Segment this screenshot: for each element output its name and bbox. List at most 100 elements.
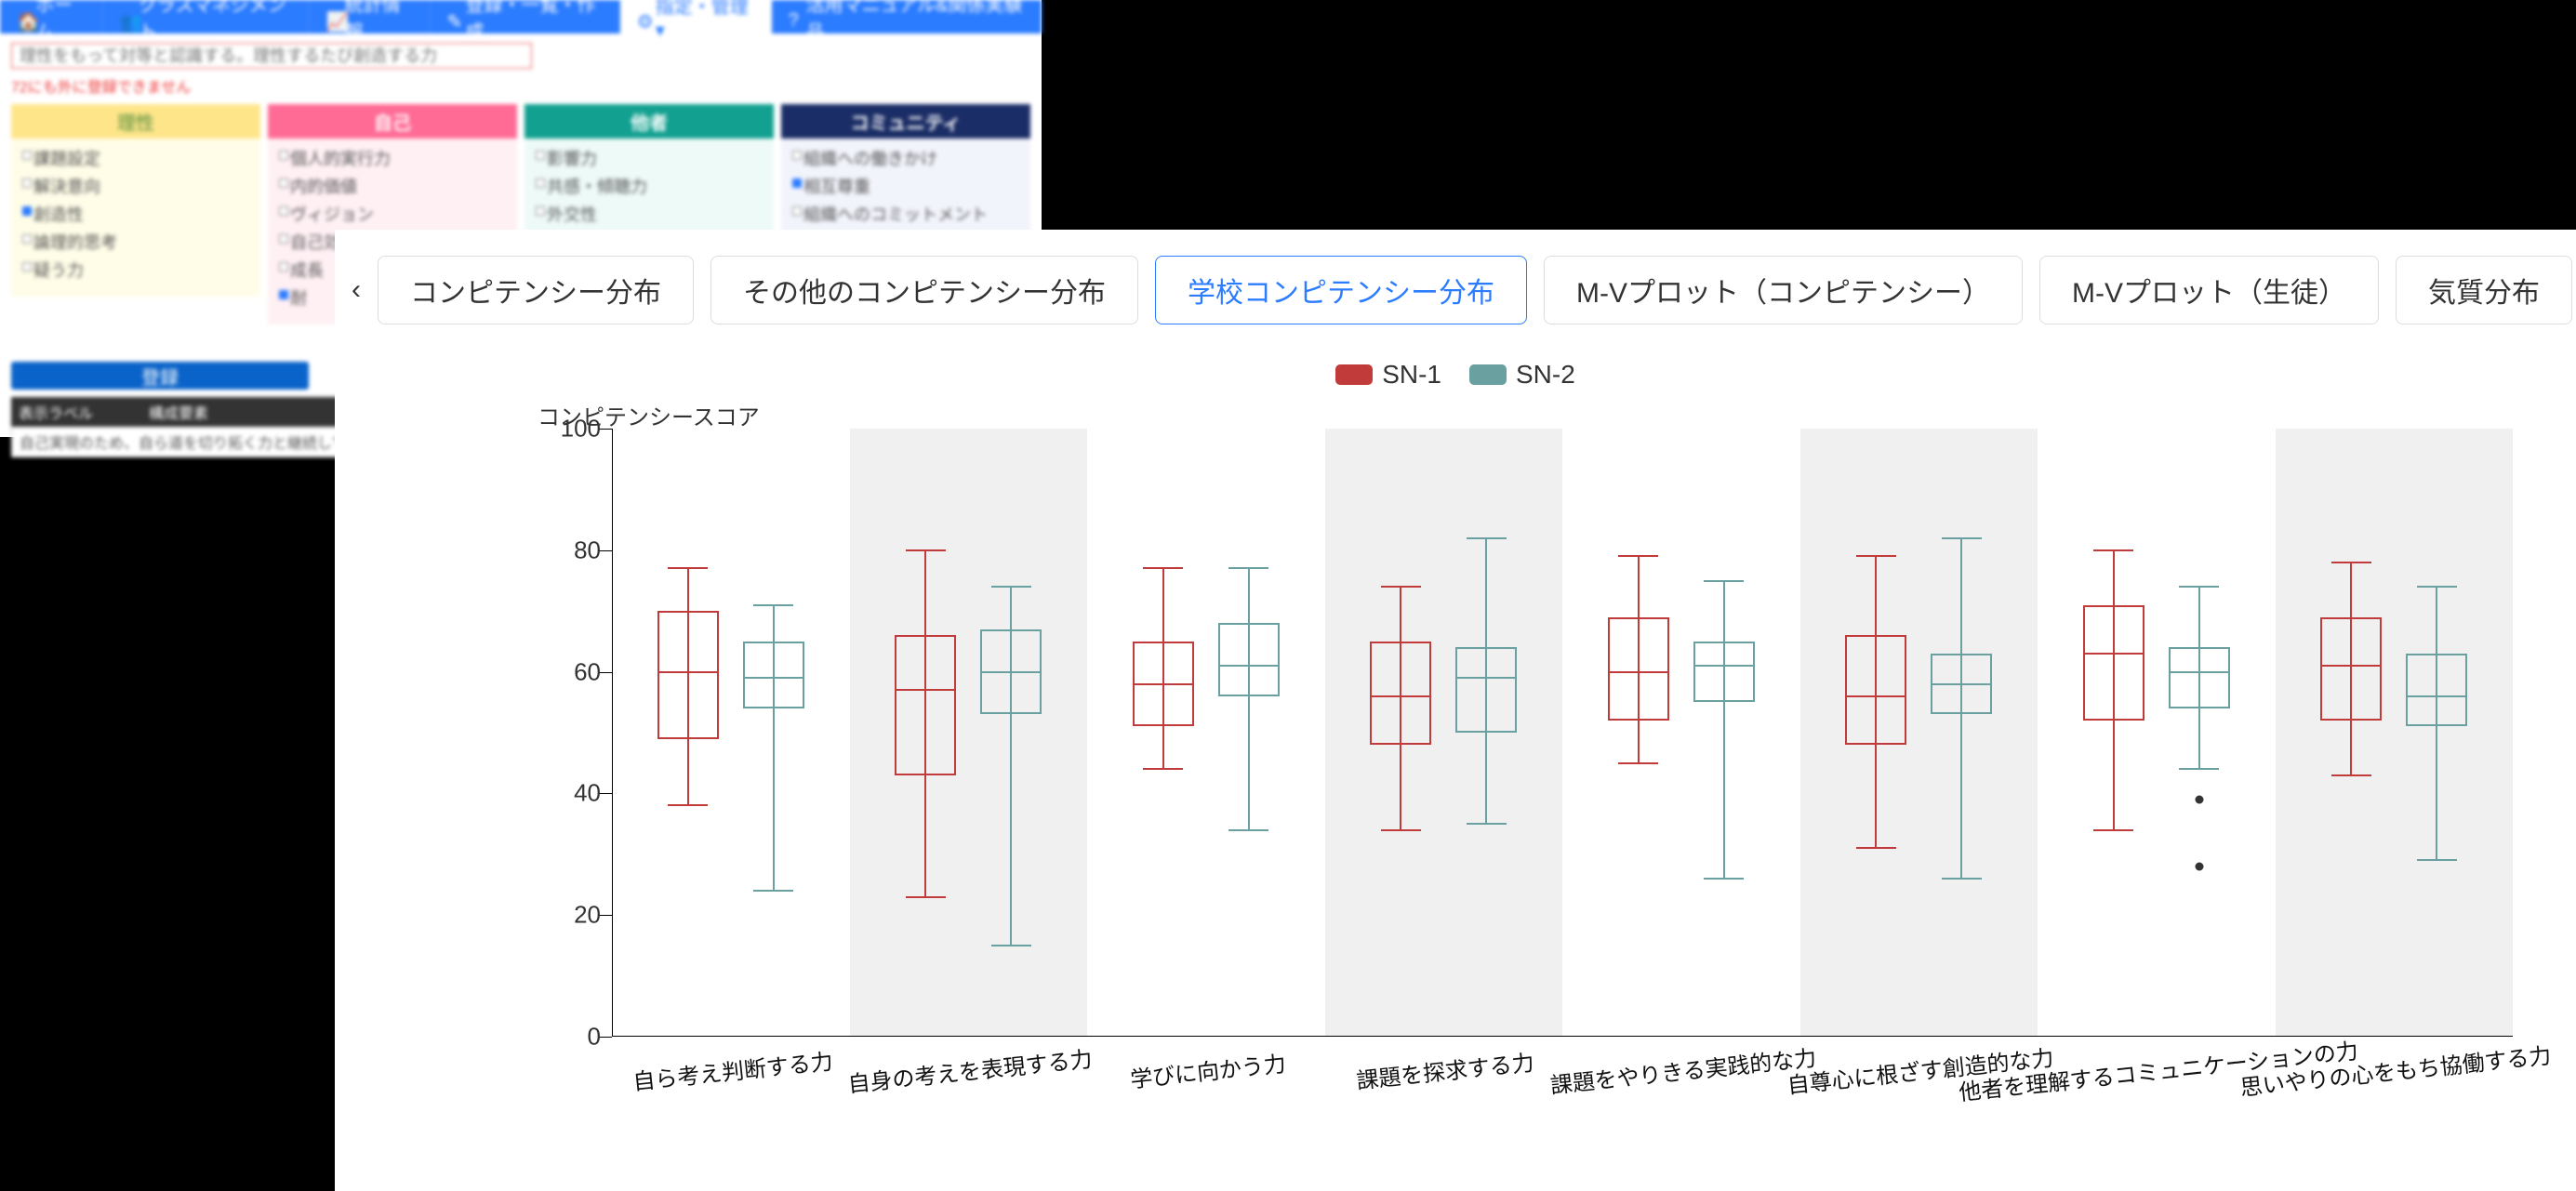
gear-icon: ⚙ <box>637 10 650 23</box>
category-item[interactable]: 共感・傾聴力 <box>534 172 764 200</box>
x-category-label: 学びに向かう力 <box>1128 1045 1287 1093</box>
category-header: 自己 <box>268 104 517 139</box>
tab-label: 学校コンピテンシー分布 <box>1188 278 1494 309</box>
nav-class-management[interactable]: 👥 クラスマネジメント <box>103 0 310 33</box>
boxplot-s2 <box>1693 429 1755 1037</box>
tab-label: 気質分布 <box>2428 278 2540 309</box>
tab-temperament-dist[interactable]: 気質分布 <box>2396 256 2572 324</box>
category-body: 課題設定 解決意向 創造性 論理的思考 疑う力 <box>11 139 260 297</box>
users-icon: 👥 <box>120 10 133 23</box>
category-item[interactable]: 外交性 <box>534 200 764 228</box>
boxplot-s1 <box>2320 429 2382 1037</box>
tab-competency-dist[interactable]: コンピテンシー分布 <box>378 256 694 324</box>
boxplot-s1 <box>895 429 956 1037</box>
register-button[interactable]: 登録 <box>11 362 309 390</box>
plot-area: 020406080100自ら考え判断する力自身の考えを表現する力学びに向かう力課… <box>612 429 2513 1037</box>
nav-home[interactable]: 🏠 ホーム <box>0 0 103 33</box>
tab-school-competency-dist[interactable]: 学校コンピテンシー分布 <box>1155 256 1527 324</box>
x-category-label: 課題を探求する力 <box>1355 1044 1536 1095</box>
boxplot-s1 <box>1370 429 1431 1037</box>
nav-register-list[interactable]: ✎ 登録・一覧・作成 <box>431 0 620 33</box>
plot-band <box>850 429 1088 1037</box>
tab-mv-plot-student[interactable]: M-Vプロット（生徒） <box>2039 256 2379 324</box>
plot-band <box>1325 429 1563 1037</box>
chevron-left-icon: ‹ <box>352 274 361 306</box>
y-tick-label: 80 <box>552 536 601 564</box>
boxplot-s1 <box>1133 429 1194 1037</box>
register-hint: 72にも外に登録できません <box>0 73 1042 104</box>
boxplot-s2 <box>1218 429 1280 1037</box>
category-item[interactable]: 影響力 <box>534 144 764 172</box>
black-mask <box>0 437 335 1191</box>
boxplot-s2 <box>1931 429 1992 1037</box>
category-item[interactable]: 論理的思考 <box>20 228 251 256</box>
th-label: 表示ラベル <box>11 397 141 427</box>
nav-label: クラスマネジメント <box>139 0 292 44</box>
pencil-icon: ✎ <box>447 10 460 23</box>
legend-swatch-icon <box>1335 364 1373 385</box>
category-item[interactable]: 相互尊重 <box>790 172 1021 200</box>
nav-settings-manage[interactable]: ⚙ 指定・管理 ▾ <box>620 0 772 33</box>
category-item[interactable]: 組織へのコミットメント <box>790 200 1021 228</box>
nav-statistics[interactable]: 📈 統計情報 <box>310 0 431 33</box>
y-tick-label: 60 <box>552 657 601 686</box>
category-item[interactable]: 解決意向 <box>20 172 251 200</box>
chart-icon: 📈 <box>326 10 339 23</box>
nav-label: ホーム <box>35 0 86 44</box>
x-category-label: 自身の考えを表現する力 <box>846 1040 1094 1098</box>
boxplot-s1 <box>2083 429 2144 1037</box>
tab-other-competency-dist[interactable]: その他のコンピテンシー分布 <box>710 256 1138 324</box>
category-header: 理性 <box>11 104 260 139</box>
boxplot-s2 <box>2169 429 2230 1037</box>
home-icon: 🏠 <box>17 10 30 23</box>
category-item[interactable]: 個人的実行力 <box>277 144 508 172</box>
y-tick-label: 40 <box>552 779 601 808</box>
navbar: 🏠 ホーム 👥 クラスマネジメント 📈 統計情報 ✎ 登録・一覧・作成 ⚙ 指定… <box>0 0 1042 33</box>
category-item[interactable]: 内的価値 <box>277 172 508 200</box>
label-input[interactable] <box>11 43 532 69</box>
nav-manual[interactable]: ? 活用マニュアル&関係実験品 <box>772 0 1042 33</box>
x-category-label: 課題をやりきる実践的な力 <box>1548 1039 1818 1100</box>
help-icon: ? <box>789 10 801 23</box>
tab-label: M-Vプロット（コンピテンシー） <box>1576 278 1990 309</box>
category-item[interactable]: ヴィジョン <box>277 200 508 228</box>
nav-label: 統計情報 <box>345 0 413 44</box>
nav-label: 活用マニュアル&関係実験品 <box>806 0 1024 44</box>
category-header: コミュニティ <box>781 104 1030 139</box>
boxplot-s1 <box>657 429 719 1037</box>
x-category-label: 自ら考え判断する力 <box>631 1043 833 1096</box>
plot-band <box>1800 429 2038 1037</box>
y-axis-line <box>612 429 613 1037</box>
nav-label: 指定・管理 ▾ <box>656 0 754 42</box>
category-header: 他者 <box>524 104 774 139</box>
category-item[interactable]: 創造性 <box>20 200 251 228</box>
outlier-point <box>2195 795 2203 803</box>
tabs-scroll-left[interactable]: ‹ <box>352 276 361 304</box>
y-tick <box>599 550 612 551</box>
black-mask <box>1042 0 2576 230</box>
y-tick <box>599 793 612 794</box>
tab-mv-plot-competency[interactable]: M-Vプロット（コンピテンシー） <box>1544 256 2023 324</box>
y-tick-label: 20 <box>552 901 601 930</box>
boxplot-s2 <box>1455 429 1517 1037</box>
category-item[interactable]: 疑う力 <box>20 256 251 284</box>
category-item[interactable]: 組織への働きかけ <box>790 144 1021 172</box>
th-components: 構成要素 <box>141 397 216 427</box>
boxplot-s1 <box>1608 429 1669 1037</box>
tab-label: その他のコンピテンシー分布 <box>743 278 1106 309</box>
nav-label: 登録・一覧・作成 <box>466 0 603 44</box>
legend-item-sn1[interactable]: SN-1 <box>1335 360 1441 390</box>
y-tick <box>599 672 612 673</box>
legend-item-sn2[interactable]: SN-2 <box>1469 360 1575 390</box>
legend-label: SN-1 <box>1382 360 1441 390</box>
boxplot-s1 <box>1845 429 1906 1037</box>
boxplot-s2 <box>743 429 804 1037</box>
tabs: ‹ コンピテンシー分布 その他のコンピテンシー分布 学校コンピテンシー分布 M-… <box>342 256 2569 324</box>
chart-legend: SN-1 SN-2 <box>342 360 2569 390</box>
chart-area: コンピテンシースコア 020406080100自ら考え判断する力自身の考えを表現… <box>510 404 2513 1120</box>
tab-label: M-Vプロット（生徒） <box>2072 278 2346 309</box>
category-item[interactable]: 課題設定 <box>20 144 251 172</box>
y-tick <box>599 1037 612 1038</box>
register-button-label: 登録 <box>141 363 179 390</box>
tab-label: コンピテンシー分布 <box>410 278 661 309</box>
